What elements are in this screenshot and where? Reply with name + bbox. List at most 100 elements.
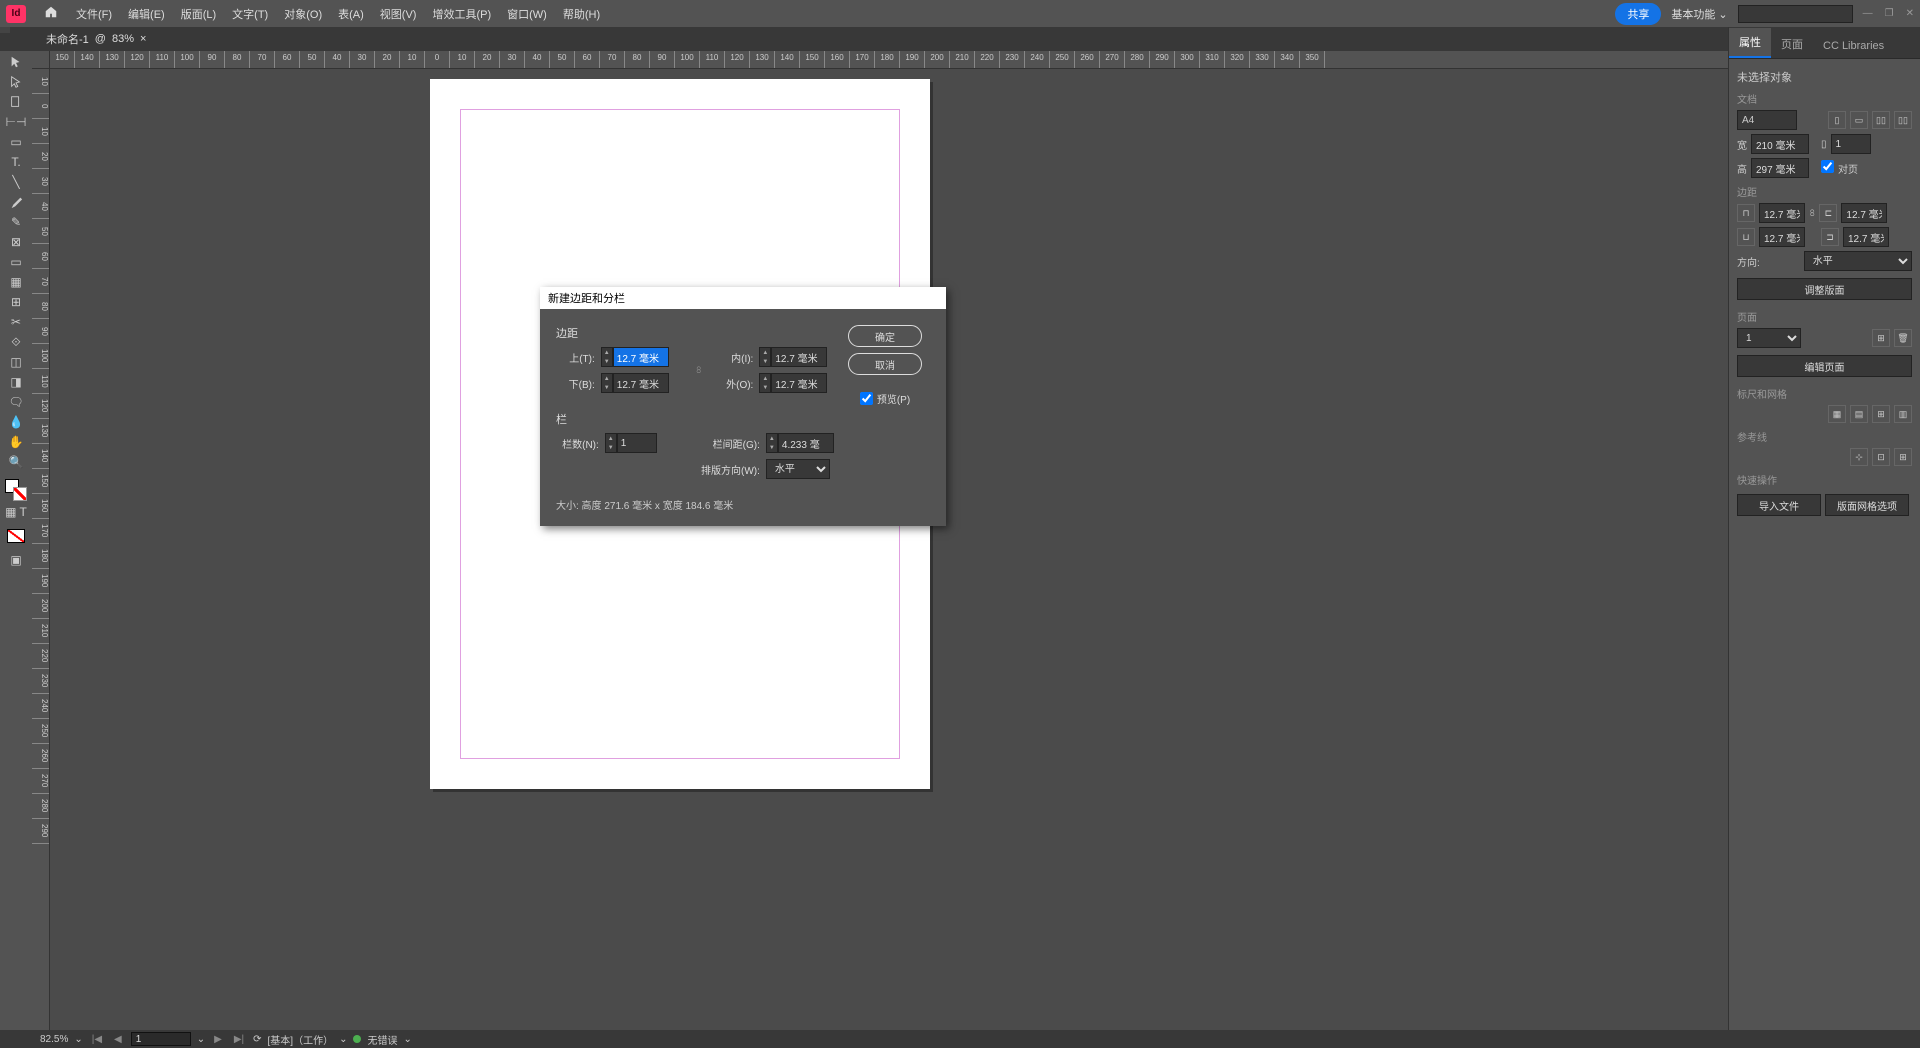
preview-checkbox[interactable] xyxy=(860,392,873,405)
share-button[interactable]: 共享 xyxy=(1615,3,1661,25)
next-page-icon[interactable]: ▶ xyxy=(211,1034,225,1045)
errors-chevron-icon[interactable]: ⌄ xyxy=(403,1034,411,1045)
last-page-icon[interactable]: ▶| xyxy=(231,1034,247,1045)
margin-right-input[interactable] xyxy=(1843,227,1889,247)
status-chevron-icon[interactable]: ⌄ xyxy=(339,1034,347,1045)
workspace-dropdown[interactable]: 基本功能 ⌄ xyxy=(1671,6,1727,22)
guide-icon-3[interactable]: ⊞ xyxy=(1894,448,1912,466)
errors-label[interactable]: 无错误 xyxy=(367,1032,397,1047)
rectangle-tool[interactable]: ▭ xyxy=(4,253,28,271)
layout-grid-options-button[interactable]: 版面网格选项 xyxy=(1825,494,1909,516)
menu-table[interactable]: 表(A) xyxy=(330,6,372,22)
rectangle-frame-tool[interactable]: ⊠ xyxy=(4,233,28,251)
direction-dropdown[interactable]: 水平 xyxy=(1804,251,1912,271)
gutter-spinner[interactable]: ▲▼ xyxy=(766,433,778,453)
count-spinner[interactable]: ▲▼ xyxy=(605,433,617,453)
direct-selection-tool[interactable] xyxy=(4,73,28,91)
format-container-icon[interactable]: ▦ T xyxy=(4,503,28,521)
tab-pages[interactable]: 页面 xyxy=(1771,30,1813,58)
horizontal-ruler[interactable]: 1501401301201101009080706050403020100102… xyxy=(50,51,1728,69)
type-tool[interactable]: T. xyxy=(4,153,28,171)
ok-button[interactable]: 确定 xyxy=(848,325,922,347)
cancel-button[interactable]: 取消 xyxy=(848,353,922,375)
zoom-chevron-icon[interactable]: ⌄ xyxy=(74,1034,82,1045)
adjust-layout-button[interactable]: 调整版面 xyxy=(1737,278,1912,300)
ruler-origin[interactable] xyxy=(32,51,50,69)
vertical-ruler[interactable]: 1001020304050607080901001101201301401501… xyxy=(32,69,50,1030)
inside-spinner[interactable]: ▲▼ xyxy=(759,347,771,367)
facing-pages-checkbox[interactable] xyxy=(1821,160,1834,173)
grid-icon-1[interactable]: ▦ xyxy=(1828,405,1846,423)
link-margins-icon[interactable]: 𝟾 xyxy=(1809,208,1815,219)
pen-tool[interactable] xyxy=(4,193,28,211)
direction-select[interactable]: 水平 xyxy=(766,459,830,479)
apply-none-icon[interactable] xyxy=(7,529,25,543)
zoom-tool[interactable]: 🔍 xyxy=(4,453,28,471)
menu-view[interactable]: 视图(V) xyxy=(372,6,425,22)
guide-icon-2[interactable]: ⊡ xyxy=(1872,448,1890,466)
search-input[interactable] xyxy=(1738,5,1853,23)
margin-bottom-input[interactable] xyxy=(1759,227,1805,247)
margin-left-input[interactable] xyxy=(1841,203,1887,223)
bottom-input[interactable] xyxy=(613,373,669,393)
grid-icon-4[interactable]: ▥ xyxy=(1894,405,1912,423)
canvas[interactable]: 1501401301201101009080706050403020100102… xyxy=(32,51,1728,1030)
width-input[interactable] xyxy=(1751,134,1809,154)
gutter-input[interactable] xyxy=(778,433,834,453)
binding-left-icon[interactable]: ▯▯ xyxy=(1872,111,1890,129)
new-page-icon[interactable]: ⊞ xyxy=(1872,329,1890,347)
orientation-portrait-icon[interactable]: ▯ xyxy=(1828,111,1846,129)
page-input[interactable] xyxy=(131,1032,191,1046)
close-tab-icon[interactable]: × xyxy=(140,33,146,45)
content-collector-tool[interactable]: ▭ xyxy=(4,133,28,151)
page-chevron-icon[interactable]: ⌄ xyxy=(197,1034,205,1045)
height-input[interactable] xyxy=(1751,158,1809,178)
home-icon[interactable] xyxy=(44,5,58,22)
selection-tool[interactable] xyxy=(4,53,28,71)
line-tool[interactable]: ╲ xyxy=(4,173,28,191)
inside-input[interactable] xyxy=(771,347,827,367)
prev-page-icon[interactable]: ◀ xyxy=(111,1034,125,1045)
zoom-level[interactable]: 82.5% xyxy=(40,1034,68,1045)
grid-tool[interactable]: ▦ xyxy=(4,273,28,291)
scissors-tool[interactable]: ✂ xyxy=(4,313,28,331)
link-margins-icon[interactable]: 𝟾 xyxy=(687,365,707,376)
menu-file[interactable]: 文件(F) xyxy=(68,6,120,22)
hand-tool[interactable]: ✋ xyxy=(4,433,28,451)
document-tab[interactable]: 未命名-1 @ 83% × xyxy=(40,31,152,47)
menu-window[interactable]: 窗口(W) xyxy=(499,6,555,22)
preflight-icon[interactable]: ⟳ xyxy=(253,1034,261,1045)
orientation-landscape-icon[interactable]: ▭ xyxy=(1850,111,1868,129)
menu-object[interactable]: 对象(O) xyxy=(276,6,330,22)
page-number-dropdown[interactable]: 1 xyxy=(1737,328,1801,348)
maximize-icon[interactable]: ❐ xyxy=(1885,8,1894,19)
top-spinner[interactable]: ▲▼ xyxy=(601,347,613,367)
first-page-icon[interactable]: |◀ xyxy=(89,1034,105,1045)
eyedropper-tool[interactable]: 💧 xyxy=(4,413,28,431)
pages-input[interactable] xyxy=(1831,134,1871,154)
gradient-feather-tool[interactable]: ◨ xyxy=(4,373,28,391)
margin-top-input[interactable] xyxy=(1759,203,1805,223)
outside-spinner[interactable]: ▲▼ xyxy=(759,373,771,393)
view-mode-icon[interactable]: ▣ xyxy=(4,551,28,569)
pencil-tool[interactable]: ✎ xyxy=(4,213,28,231)
binding-right-icon[interactable]: ▯▯ xyxy=(1894,111,1912,129)
menu-plugins[interactable]: 增效工具(P) xyxy=(424,6,499,22)
delete-page-icon[interactable]: 🗑 xyxy=(1894,329,1912,347)
grid-tool-2[interactable]: ⊞ xyxy=(4,293,28,311)
minimize-icon[interactable]: — xyxy=(1863,8,1873,19)
menu-type[interactable]: 文字(T) xyxy=(224,6,276,22)
gradient-swatch-tool[interactable]: ◫ xyxy=(4,353,28,371)
bottom-spinner[interactable]: ▲▼ xyxy=(601,373,613,393)
tab-cc-libraries[interactable]: CC Libraries xyxy=(1813,34,1894,58)
import-file-button[interactable]: 导入文件 xyxy=(1737,494,1821,516)
tab-properties[interactable]: 属性 xyxy=(1729,28,1771,58)
count-input[interactable] xyxy=(617,433,657,453)
top-input[interactable] xyxy=(613,347,669,367)
menu-layout[interactable]: 版面(L) xyxy=(173,6,224,22)
menu-edit[interactable]: 编辑(E) xyxy=(120,6,173,22)
outside-input[interactable] xyxy=(771,373,827,393)
fill-stroke-swatch[interactable] xyxy=(5,479,27,501)
free-transform-tool[interactable]: ⟐ xyxy=(4,333,28,351)
note-tool[interactable]: 🗨 xyxy=(4,393,28,411)
